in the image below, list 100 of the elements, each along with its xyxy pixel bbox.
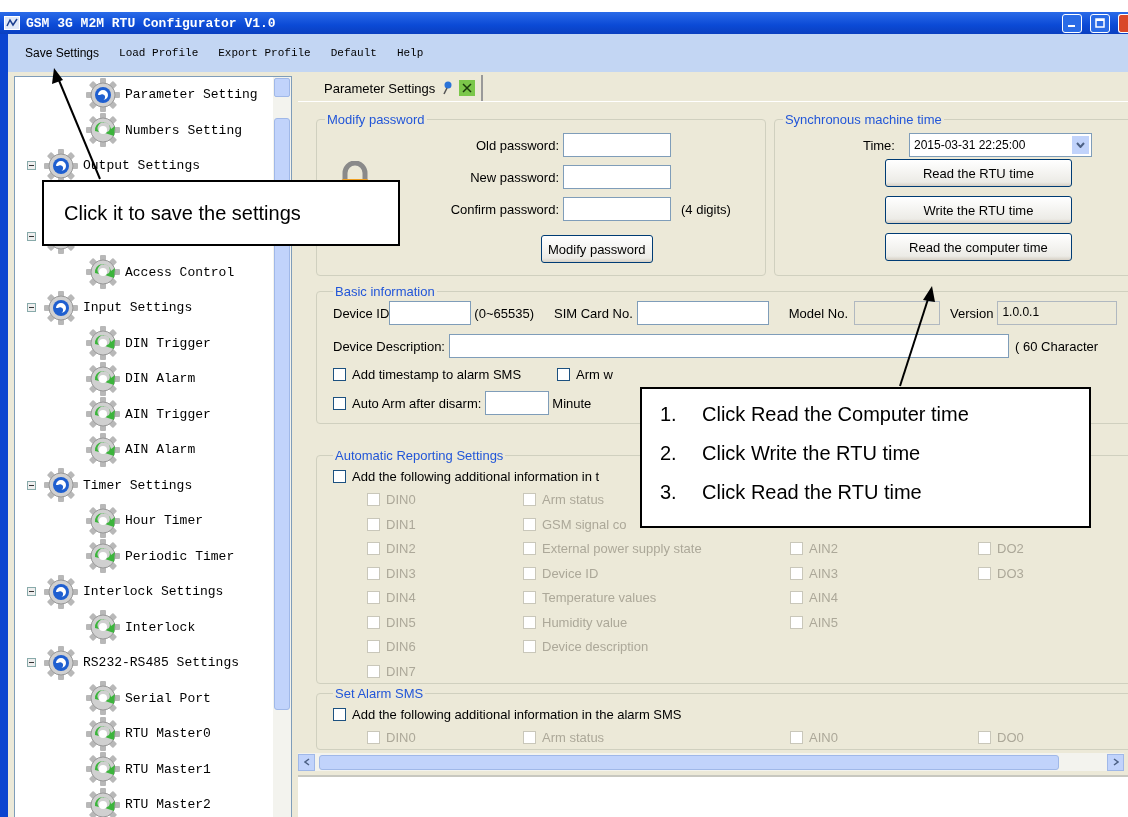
gear-arrow-icon [85, 325, 121, 362]
step-number: 3. [660, 481, 678, 504]
gear-icon [43, 644, 79, 681]
time-button[interactable]: Write the RTU time [884, 196, 1072, 224]
tree-item[interactable]: Parameter Setting [125, 87, 258, 103]
scroll-left-icon[interactable] [303, 758, 310, 766]
step-text: Click Read the Computer time [702, 403, 969, 426]
checkbox[interactable] [557, 368, 571, 381]
maximize-button[interactable] [1090, 13, 1110, 33]
gear-icon [43, 573, 79, 610]
pin-icon [441, 81, 454, 95]
field-hint: (4 digits) [681, 201, 731, 217]
close-button[interactable] [1118, 13, 1128, 33]
checkbox-label: Device description [542, 639, 649, 654]
field-label: Device ID [333, 305, 390, 321]
password-field[interactable] [563, 133, 671, 157]
checkbox-label: Add the following additional information in t [352, 469, 600, 484]
collapse-icon[interactable] [27, 587, 36, 597]
password-field[interactable] [563, 165, 671, 189]
scroll-right-icon[interactable] [1112, 758, 1119, 766]
tree-item[interactable]: RTU Master1 [125, 761, 211, 777]
checkbox[interactable] [333, 707, 346, 721]
checkbox-label: Arm w [576, 367, 613, 382]
checkbox-label: DIN7 [386, 663, 416, 679]
group-title: Set Alarm SMS [334, 685, 425, 701]
input-field[interactable] [485, 391, 550, 415]
tree-item[interactable]: AIN Alarm [125, 442, 196, 458]
tree-item[interactable]: Periodic Timer [125, 548, 235, 564]
checkbox[interactable] [333, 396, 346, 410]
tree-item[interactable]: RTU Master0 [125, 726, 211, 742]
checkbox-label: DIN3 [386, 565, 416, 581]
tree-item[interactable]: Numbers Setting [125, 122, 243, 138]
gear-arrow-icon [85, 502, 121, 539]
close-icon[interactable] [459, 80, 476, 96]
input-field[interactable] [389, 301, 472, 325]
gear-icon [43, 289, 79, 326]
modify-password-button[interactable]: Modify password [541, 235, 653, 263]
tree-item[interactable]: Hour Timer [125, 513, 203, 529]
callout-text: Click it to save the settings [64, 201, 301, 225]
checkbox-label: DIN2 [386, 541, 416, 556]
input-field[interactable] [636, 301, 769, 325]
collapse-icon[interactable] [27, 658, 36, 668]
field-label: SIM Card No. [554, 305, 633, 321]
step-number: 2. [660, 442, 678, 465]
tree-item[interactable]: RTU Master2 [125, 797, 211, 813]
menu-item[interactable]: Default [330, 47, 377, 59]
collapse-icon[interactable] [27, 232, 36, 242]
tree-item[interactable]: DIN Alarm [125, 371, 196, 387]
gear-icon [43, 467, 79, 504]
collapse-icon[interactable] [27, 480, 36, 490]
checkbox-label: Arm status [542, 729, 605, 745]
time-dropdown[interactable]: 2015-03-31 22:25:00 [908, 133, 1092, 157]
tree-item[interactable]: DIN Trigger [125, 335, 211, 351]
gear-arrow-icon [85, 396, 121, 433]
checkbox-label: Add the following additional information in the alarm SMS [352, 706, 682, 722]
checkbox-label: AIN2 [809, 541, 838, 556]
collapse-icon[interactable] [27, 161, 36, 171]
checkbox-label: Arm status [542, 492, 605, 507]
checkbox-label: DIN0 [386, 729, 416, 745]
time-button[interactable]: Read the RTU time [884, 159, 1072, 187]
tree-group[interactable]: Timer Settings [83, 477, 193, 493]
step-text: Click Read the RTU time [702, 481, 922, 504]
input-field[interactable] [449, 334, 1009, 358]
tree-item[interactable]: Interlock [125, 619, 196, 635]
tab-label: Parameter Settings [324, 80, 436, 96]
checkbox-label: AIN5 [809, 614, 838, 630]
minimize-button[interactable] [1062, 13, 1082, 33]
checkbox-label: Humidity value [542, 614, 628, 630]
checkbox-label: DIN0 [386, 492, 416, 507]
collapse-icon[interactable] [27, 303, 36, 313]
menu-item[interactable]: Save Settings [25, 46, 100, 60]
gear-arrow-icon [85, 360, 121, 397]
group-title: Basic information [334, 284, 436, 299]
checkbox[interactable] [333, 470, 346, 483]
input-field[interactable]: 1.0.0.1 [997, 301, 1118, 325]
checkbox-label: External power supply state [542, 541, 702, 556]
checkbox-label: AIN4 [809, 590, 838, 605]
tree-group[interactable]: RS232-RS485 Settings [83, 655, 240, 671]
group-title: Synchronous machine time [783, 112, 943, 127]
time-button[interactable]: Read the computer time [884, 233, 1072, 261]
menu-item[interactable]: Help [396, 47, 424, 59]
app-icon [4, 16, 20, 30]
gear-arrow-icon [85, 715, 121, 752]
checkbox-label: AIN3 [809, 565, 838, 581]
scrollbar[interactable] [298, 753, 1124, 771]
gear-arrow-icon [85, 680, 121, 717]
gear-arrow-icon [85, 112, 121, 149]
checkbox-label: Temperature values [542, 590, 657, 605]
tree-item[interactable]: Serial Port [125, 690, 211, 706]
tree-group[interactable]: Interlock Settings [83, 584, 224, 600]
tree-item[interactable]: AIN Trigger [125, 406, 211, 422]
menu-item[interactable]: Export Profile [218, 47, 311, 59]
password-field[interactable] [563, 197, 671, 221]
tree-group[interactable]: Input Settings [83, 300, 193, 316]
gear-arrow-icon [85, 609, 121, 646]
checkbox[interactable] [333, 368, 346, 381]
maximize-icon [1095, 18, 1105, 28]
menu-item[interactable]: Load Profile [119, 47, 199, 59]
checkbox-label: Add timestamp to alarm SMS [352, 367, 522, 382]
tree-item[interactable]: Access Control [125, 264, 235, 280]
